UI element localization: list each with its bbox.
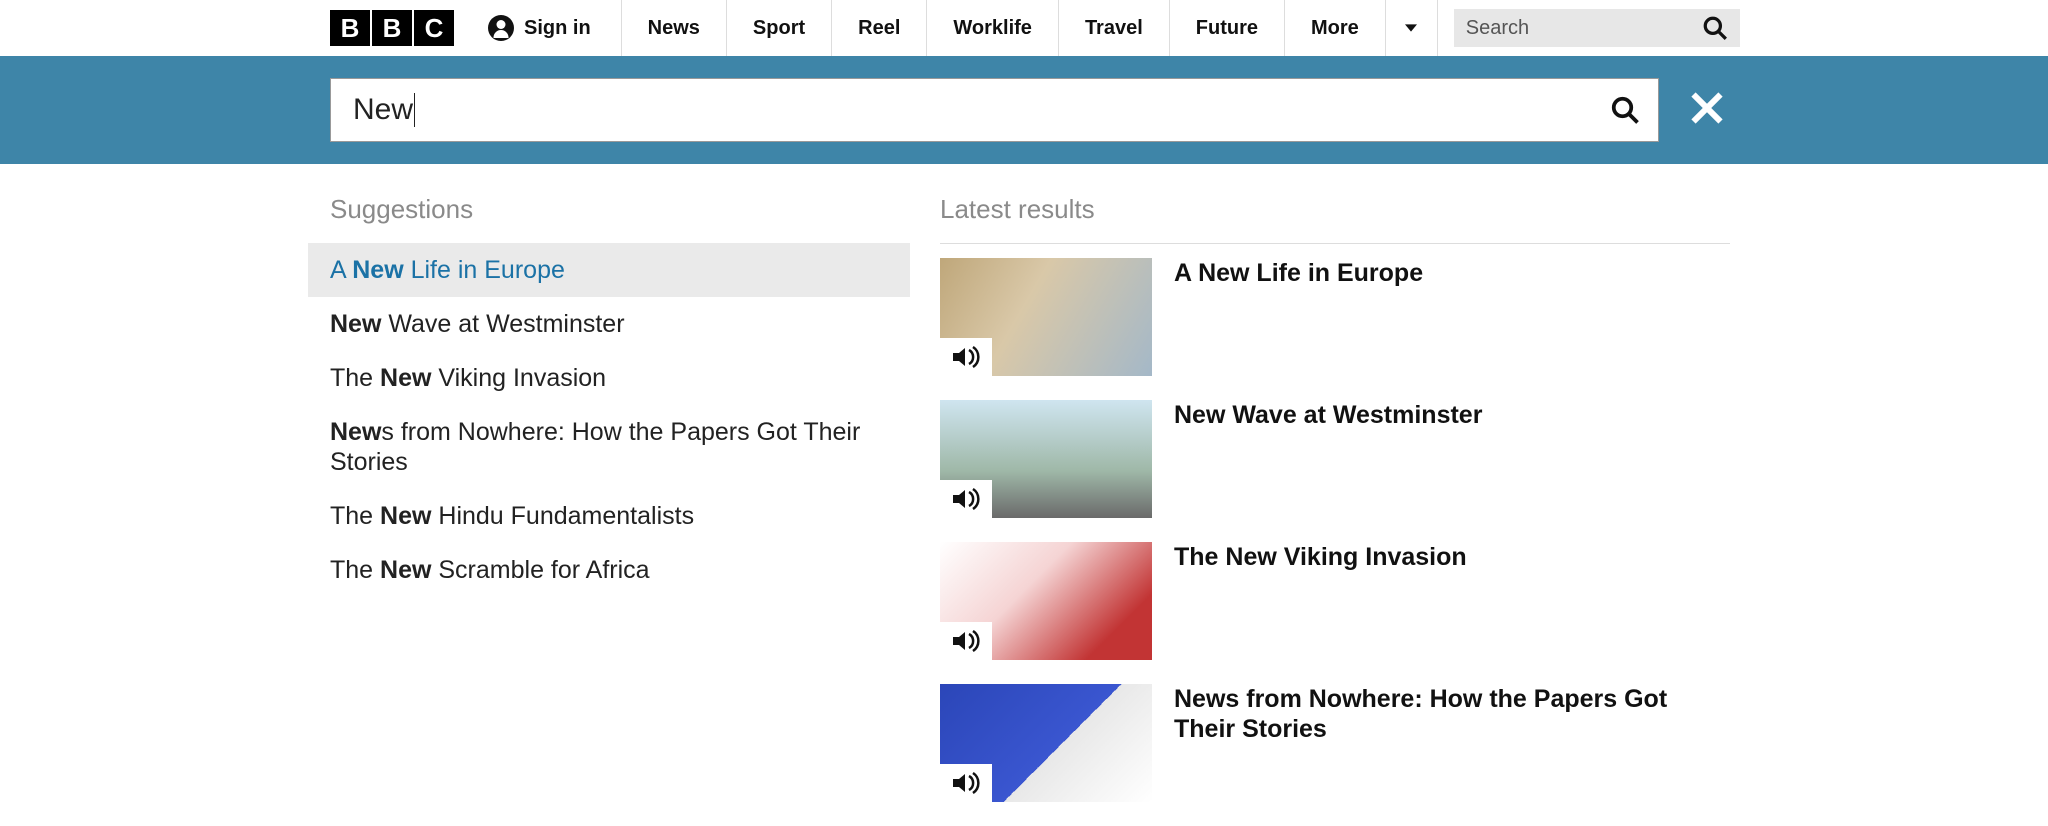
suggestion-item[interactable]: The New Scramble for Africa [308, 543, 910, 597]
bbc-logo-letter: C [414, 10, 454, 46]
close-icon [1689, 90, 1725, 126]
search-query-text: New [353, 93, 413, 127]
bbc-logo[interactable]: B B C [330, 10, 454, 46]
nav-link-travel[interactable]: Travel [1059, 0, 1170, 56]
result-title: The New Viking Invasion [1174, 542, 1467, 660]
nav-more-caret[interactable] [1386, 0, 1438, 56]
search-query: New [353, 93, 1610, 127]
suggestions-list: A New Life in Europe New Wave at Westmin… [330, 243, 900, 597]
result-title: A New Life in Europe [1174, 258, 1423, 376]
results-title: Latest results [940, 194, 1730, 225]
suggestions-title: Suggestions [330, 194, 900, 225]
nav-link-more[interactable]: More [1285, 0, 1386, 56]
result-thumbnail [940, 542, 1152, 660]
signin-label: Sign in [524, 17, 591, 40]
result-item[interactable]: New Wave at Westminster [940, 400, 1730, 518]
result-title: New Wave at Westminster [1174, 400, 1482, 518]
audio-icon [951, 630, 981, 652]
bbc-logo-letter: B [372, 10, 412, 46]
audio-badge [940, 480, 992, 518]
nav-link-sport[interactable]: Sport [727, 0, 832, 56]
audio-icon [951, 488, 981, 510]
nav-link-reel[interactable]: Reel [832, 0, 927, 56]
suggestion-item[interactable]: A New Life in Europe [308, 243, 910, 297]
audio-badge [940, 338, 992, 376]
nav-link-news[interactable]: News [622, 0, 727, 56]
suggestion-item[interactable]: News from Nowhere: How the Papers Got Th… [308, 405, 910, 489]
nav-link-future[interactable]: Future [1170, 0, 1285, 56]
result-thumbnail [940, 684, 1152, 802]
suggestion-item[interactable]: The New Viking Invasion [308, 351, 910, 405]
search-band: New [0, 56, 2048, 164]
top-nav-bar: B B C Sign in News Sport Reel Worklife T… [0, 0, 2048, 56]
audio-icon [951, 772, 981, 794]
text-cursor [414, 93, 415, 127]
top-search-field[interactable]: Search [1454, 9, 1740, 47]
search-icon [1702, 15, 1728, 41]
audio-icon [951, 346, 981, 368]
result-title: News from Nowhere: How the Papers Got Th… [1174, 684, 1730, 802]
search-input[interactable]: New [330, 78, 1659, 142]
result-item[interactable]: News from Nowhere: How the Papers Got Th… [940, 684, 1730, 802]
audio-badge [940, 764, 992, 802]
result-thumbnail [940, 258, 1152, 376]
caret-down-icon [1405, 22, 1417, 34]
bbc-logo-letter: B [330, 10, 370, 46]
top-search-placeholder: Search [1466, 17, 1529, 40]
results-column: Latest results A New Life in Europe [940, 194, 1730, 826]
suggestion-item[interactable]: New Wave at Westminster [308, 297, 910, 351]
primary-nav: News Sport Reel Worklife Travel Future M… [621, 0, 1438, 56]
user-avatar-icon [488, 15, 514, 41]
suggestion-item[interactable]: The New Hindu Fundamentalists [308, 489, 910, 543]
result-thumbnail [940, 400, 1152, 518]
signin-button[interactable]: Sign in [488, 15, 621, 41]
search-icon[interactable] [1610, 95, 1640, 125]
nav-link-worklife[interactable]: Worklife [927, 0, 1059, 56]
audio-badge [940, 622, 992, 660]
top-nav-left: B B C Sign in [0, 0, 621, 56]
suggestions-column: Suggestions A New Life in Europe New Wav… [330, 194, 900, 826]
result-item[interactable]: The New Viking Invasion [940, 542, 1730, 660]
search-content: Suggestions A New Life in Europe New Wav… [330, 164, 1725, 826]
result-item[interactable]: A New Life in Europe [940, 258, 1730, 376]
close-search-button[interactable] [1689, 90, 1725, 131]
results-divider [940, 243, 1730, 244]
